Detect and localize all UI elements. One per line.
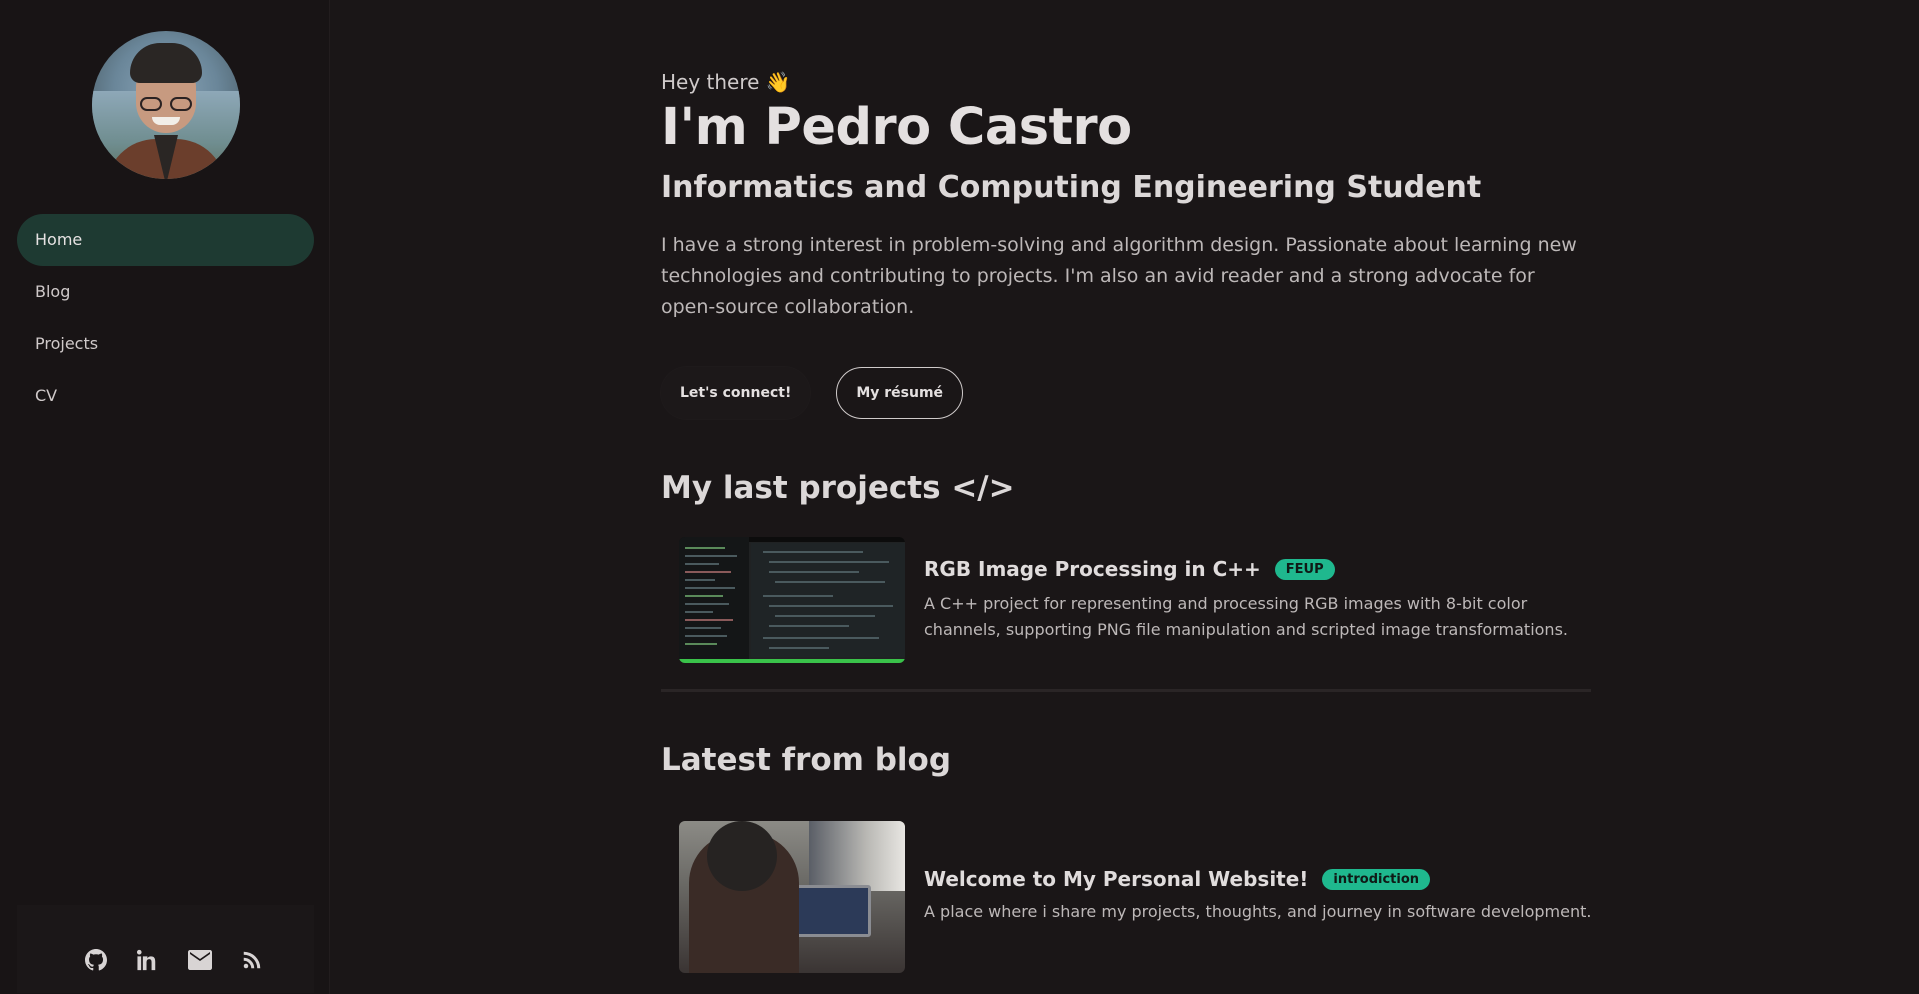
blog-title[interactable]: Welcome to My Personal Website!: [924, 867, 1308, 891]
project-description: A C++ project for representing and proce…: [924, 594, 1568, 639]
greeting: Hey there 👋: [661, 70, 791, 94]
sidebar-item-blog[interactable]: Blog: [17, 266, 314, 318]
blog-tag: introdiction: [1322, 868, 1431, 890]
subtitle: Informatics and Computing Engineering St…: [661, 170, 1482, 205]
blog-thumbnail: [679, 821, 905, 973]
blog-card[interactable]: Welcome to My Personal Website! introdic…: [679, 821, 1591, 973]
resume-button[interactable]: My résumé: [836, 367, 964, 419]
sidebar-item-home[interactable]: Home: [17, 214, 314, 266]
blog-description: A place where i share my projects, thoug…: [924, 902, 1592, 921]
mail-icon[interactable]: [174, 943, 226, 977]
sidebar-item-cv[interactable]: CV: [17, 370, 314, 422]
hero-actions: Let's connect! My résumé: [661, 367, 964, 419]
sidebar-nav: Home Blog Projects CV: [17, 214, 314, 422]
projects-heading: My last projects </>: [661, 470, 1015, 506]
sidebar-item-projects[interactable]: Projects: [17, 318, 314, 370]
social-links: [70, 943, 278, 977]
blog-card-body: Welcome to My Personal Website! introdic…: [924, 867, 1604, 925]
blog-heading: Latest from blog: [661, 742, 952, 778]
sidebar: Home Blog Projects CV: [0, 0, 330, 994]
avatar: [92, 31, 240, 179]
github-icon[interactable]: [70, 943, 122, 977]
project-thumbnail: [679, 537, 905, 663]
project-card-body: RGB Image Processing in C++ FEUP A C++ p…: [924, 557, 1584, 643]
app: Home Blog Projects CV Hey there 👋 I'm Pe…: [0, 0, 1919, 994]
bio-text: I have a strong interest in problem-solv…: [661, 234, 1577, 318]
project-card[interactable]: RGB Image Processing in C++ FEUP A C++ p…: [679, 537, 1591, 663]
project-title[interactable]: RGB Image Processing in C++: [924, 557, 1261, 581]
rss-icon[interactable]: [226, 943, 278, 977]
section-divider: [661, 689, 1591, 692]
connect-button[interactable]: Let's connect!: [661, 367, 811, 419]
page-title: I'm Pedro Castro: [661, 98, 1132, 157]
project-tag: FEUP: [1274, 558, 1335, 580]
linkedin-icon[interactable]: [122, 943, 174, 977]
